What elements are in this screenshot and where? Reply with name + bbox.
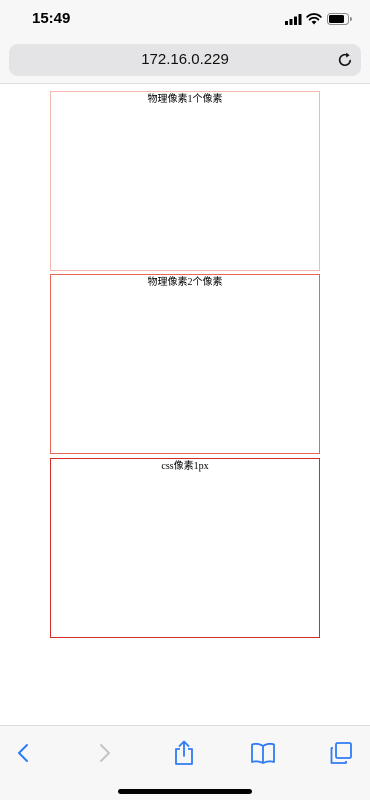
bookmarks-icon[interactable]: [250, 742, 276, 764]
reload-icon[interactable]: [337, 52, 353, 68]
address-bar-area: 172.16.0.229: [0, 40, 370, 84]
box-label: 物理像素1个像素: [147, 94, 223, 105]
home-indicator[interactable]: [118, 789, 252, 794]
address-bar[interactable]: 172.16.0.229: [9, 44, 361, 76]
status-time: 15:49: [32, 10, 71, 27]
share-button[interactable]: [169, 738, 199, 768]
forward-button[interactable]: [90, 738, 120, 768]
tabs-icon[interactable]: [329, 741, 353, 765]
tabs-button[interactable]: [326, 738, 356, 768]
wifi-icon: [306, 13, 322, 25]
browser-toolbar: [0, 725, 370, 800]
back-icon[interactable]: [16, 742, 30, 764]
forward-icon[interactable]: [98, 742, 112, 764]
back-button[interactable]: [8, 738, 38, 768]
bookmarks-button[interactable]: [248, 738, 278, 768]
battery-icon: [327, 13, 352, 25]
page-content: 物理像素1个像素 物理像素2个像素 css像素1px: [0, 85, 370, 725]
box-label: css像素1px: [161, 461, 209, 472]
physical-1px-border-box: 物理像素1个像素: [50, 91, 320, 271]
share-icon[interactable]: [173, 740, 195, 766]
url-text[interactable]: 172.16.0.229: [9, 51, 361, 68]
css-1px-border-box: css像素1px: [50, 458, 320, 638]
physical-2px-border-box: 物理像素2个像素: [50, 274, 320, 454]
box-label: 物理像素2个像素: [147, 277, 223, 288]
status-bar: 15:49: [0, 0, 370, 40]
signal-icon: [285, 14, 302, 25]
